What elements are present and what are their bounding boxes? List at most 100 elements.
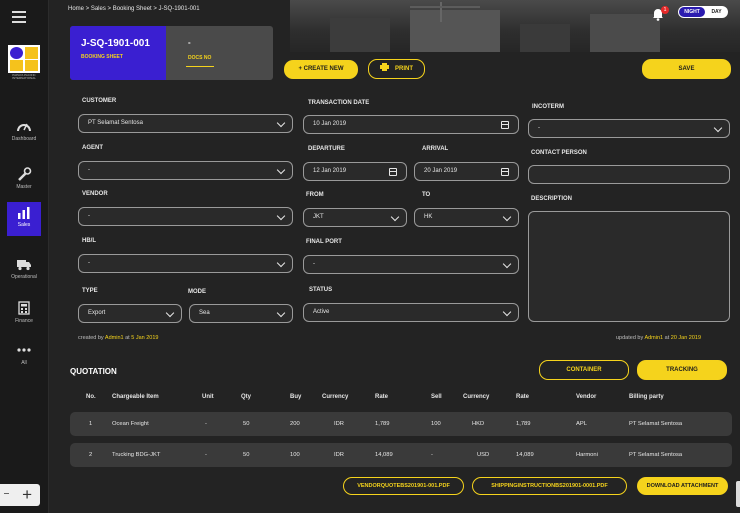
table-cell: USD bbox=[477, 452, 490, 458]
sidebar-item-master[interactable]: Master bbox=[4, 164, 44, 196]
type-value: Export bbox=[88, 310, 106, 316]
chevron-down-icon bbox=[276, 118, 286, 128]
final-port-select[interactable]: - bbox=[303, 255, 519, 274]
vendor-label: VENDOR bbox=[82, 191, 108, 197]
container-button[interactable]: CONTAINER bbox=[539, 360, 629, 380]
chevron-down-icon bbox=[276, 165, 286, 175]
hbl-select[interactable]: - bbox=[78, 254, 293, 273]
customer-select[interactable]: PT Selamat Sentosa bbox=[78, 114, 293, 133]
sidebar-item-operational[interactable]: Operational bbox=[4, 254, 44, 286]
chevron-down-icon bbox=[390, 212, 400, 222]
docs-number-value: - bbox=[188, 38, 191, 47]
print-button[interactable]: PRINT bbox=[368, 59, 425, 79]
chevron-down-icon bbox=[502, 307, 512, 317]
save-button[interactable]: SAVE bbox=[642, 59, 731, 79]
chevron-down-icon bbox=[276, 258, 286, 268]
table-row[interactable]: 2 Trucking BDG-JKT - 50 100 IDR 14,089 -… bbox=[70, 443, 732, 467]
sidebar-item-sales[interactable]: Sales bbox=[7, 202, 41, 236]
sidebar-item-dashboard[interactable]: Dashboard bbox=[4, 116, 44, 148]
vendor-select[interactable]: - bbox=[78, 207, 293, 226]
table-cell: PT Selamat Sentosa bbox=[629, 452, 683, 458]
to-label: TO bbox=[422, 192, 431, 198]
column-header: Chargeable Item bbox=[112, 394, 159, 400]
arrival-date-input[interactable]: 20 Jan 2019 bbox=[414, 162, 519, 181]
breadcrumb[interactable]: Home > Sales > Booking Sheet > J-SQ-1901… bbox=[68, 6, 200, 12]
vendor-quote-file-button[interactable]: VENDORQUOTEBS201901-001.PDF bbox=[343, 477, 464, 495]
table-cell: IDR bbox=[334, 421, 344, 427]
transaction-date-value: 10 Jan 2019 bbox=[313, 121, 347, 127]
plus-icon: + bbox=[22, 485, 32, 504]
calendar-icon[interactable] bbox=[501, 168, 509, 176]
truck-icon bbox=[17, 260, 31, 271]
sidebar-item-all[interactable]: All bbox=[4, 340, 44, 372]
updated-prefix: updated by bbox=[616, 335, 644, 341]
created-prefix: created by bbox=[78, 335, 104, 341]
table-row[interactable]: 1 Ocean Freight - 50 200 IDR 1,789 100 H… bbox=[70, 412, 732, 436]
agent-label: AGENT bbox=[82, 145, 103, 151]
agent-select[interactable]: - bbox=[78, 161, 293, 180]
more-icon bbox=[17, 348, 31, 352]
document-number: J-SQ-1901-001 bbox=[81, 38, 150, 49]
sidebar-item-label: Sales bbox=[17, 222, 31, 228]
updated-at-word: at bbox=[664, 335, 670, 341]
notification-bell-icon[interactable]: 1 bbox=[652, 6, 669, 21]
download-attachment-button[interactable]: DOWNLOAD ATTACHMENT bbox=[637, 477, 728, 495]
print-button-label: PRINT bbox=[395, 66, 413, 72]
column-header: Billing party bbox=[629, 394, 664, 400]
updated-user-link[interactable]: Admin1 bbox=[644, 335, 663, 341]
mode-value: Sea bbox=[199, 310, 210, 316]
table-cell: APL bbox=[576, 421, 587, 427]
table-cell: 14,089 bbox=[516, 452, 534, 458]
transaction-date-input[interactable]: 10 Jan 2019 bbox=[303, 115, 519, 134]
status-select[interactable]: Active bbox=[303, 303, 519, 322]
type-label: TYPE bbox=[82, 288, 98, 294]
departure-date-input[interactable]: 12 Jan 2019 bbox=[303, 162, 407, 181]
column-header: Currency bbox=[322, 394, 349, 400]
transaction-date-label: TRANSACTION DATE bbox=[308, 100, 370, 106]
dash-icon bbox=[4, 493, 9, 494]
scrollbar[interactable] bbox=[736, 481, 740, 507]
incoterm-label: INCOTERM bbox=[532, 104, 564, 110]
hbl-label: HB/L bbox=[82, 238, 96, 244]
company-logo: PAPAYA PACIFIC INTERNATIONAL bbox=[8, 45, 40, 83]
vendor-value: - bbox=[88, 213, 90, 219]
sidebar-item-finance[interactable]: Finance bbox=[4, 298, 44, 330]
incoterm-select[interactable]: - bbox=[528, 119, 730, 138]
shipping-instruction-file-button[interactable]: SHIPPINGINSTRUCTIONBS201901-0001.PDF bbox=[472, 477, 627, 495]
create-new-button[interactable]: + CREATE NEW bbox=[284, 60, 358, 79]
to-select[interactable]: HK bbox=[414, 208, 519, 227]
description-textarea[interactable] bbox=[528, 211, 730, 322]
created-user-link[interactable]: Admin1 bbox=[105, 335, 124, 341]
night-mode-option[interactable]: NIGHT bbox=[679, 7, 705, 17]
created-info: created by Admin1 at 5 Jan 2019 bbox=[78, 335, 158, 341]
mode-select[interactable]: Sea bbox=[189, 304, 293, 323]
from-select[interactable]: JKT bbox=[303, 208, 407, 227]
day-mode-option[interactable]: DAY bbox=[706, 7, 727, 17]
departure-value: 12 Jan 2019 bbox=[313, 168, 347, 174]
printer-icon bbox=[380, 63, 389, 71]
created-at-word: at bbox=[125, 335, 130, 341]
type-select[interactable]: Export bbox=[78, 304, 182, 323]
calendar-icon[interactable] bbox=[501, 121, 509, 129]
table-cell: 1,789 bbox=[375, 421, 390, 427]
table-cell: Trucking BDG-JKT bbox=[112, 452, 161, 458]
contact-person-input[interactable] bbox=[528, 165, 730, 184]
final-port-value: - bbox=[313, 261, 315, 267]
hamburger-menu-icon[interactable] bbox=[12, 11, 26, 23]
table-cell: 100 bbox=[431, 421, 441, 427]
table-cell: 50 bbox=[243, 452, 250, 458]
theme-toggle[interactable]: NIGHT DAY bbox=[678, 6, 728, 18]
status-value: Active bbox=[313, 309, 330, 315]
docs-number-label: DOCS NO bbox=[188, 55, 212, 61]
wrench-icon bbox=[18, 167, 32, 181]
mode-label: MODE bbox=[188, 289, 206, 295]
gauge-icon bbox=[17, 123, 31, 132]
document-type: BOOKING SHEET bbox=[81, 54, 123, 60]
quick-add-button[interactable]: + bbox=[0, 484, 40, 506]
calculator-icon bbox=[18, 301, 30, 315]
logo-caption: PAPAYA PACIFIC INTERNATIONAL bbox=[12, 73, 36, 80]
calendar-icon[interactable] bbox=[389, 168, 397, 176]
table-cell: 50 bbox=[243, 421, 250, 427]
tracking-button[interactable]: TRACKING bbox=[637, 360, 727, 380]
document-card: J-SQ-1901-001 BOOKING SHEET - DOCS NO bbox=[70, 26, 273, 80]
